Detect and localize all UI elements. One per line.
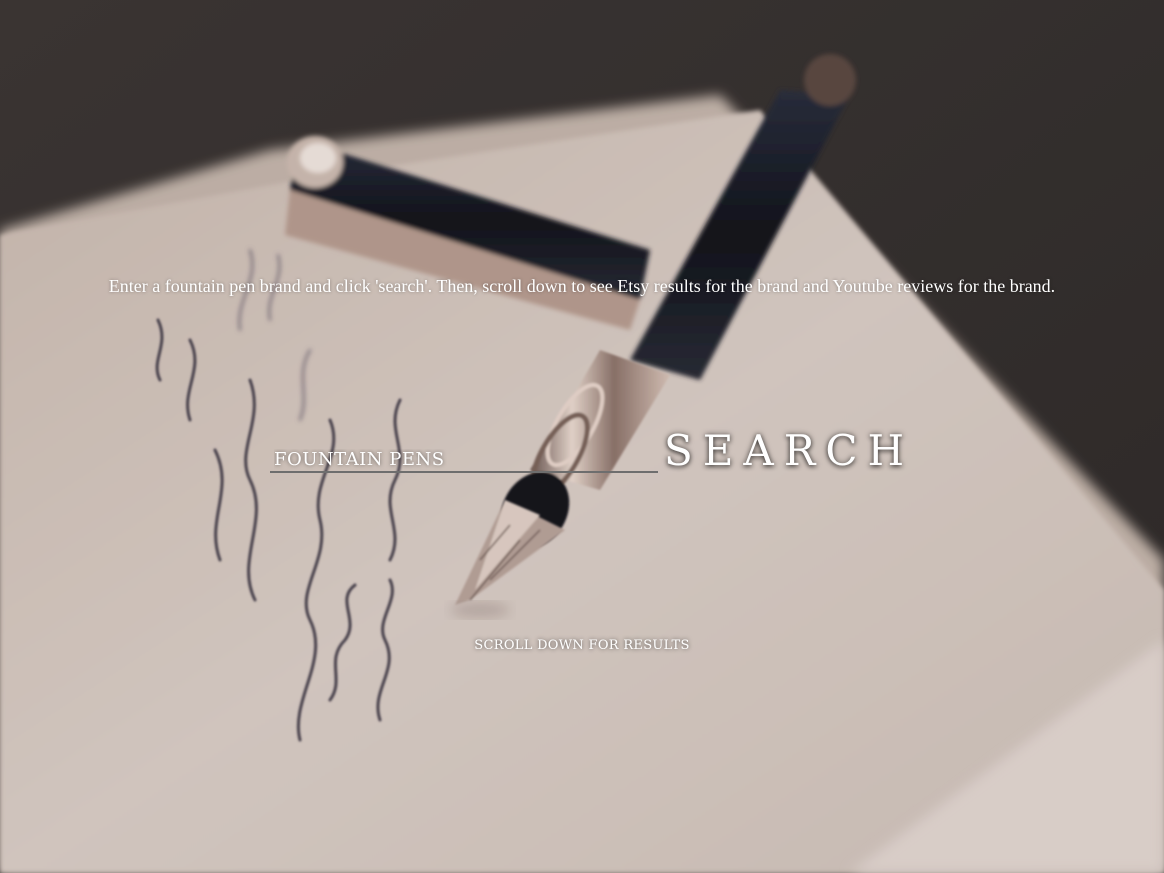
hero-background-image <box>0 0 1164 873</box>
search-input[interactable] <box>274 446 654 472</box>
search-field[interactable] <box>270 444 658 473</box>
scroll-down-hint: SCROLL DOWN FOR RESULTS <box>474 638 690 653</box>
search-button[interactable]: SEARCH <box>664 424 914 478</box>
instructions-text: Enter a fountain pen brand and click 'se… <box>108 276 1056 296</box>
fountain-pen-photo-icon <box>0 0 1164 873</box>
